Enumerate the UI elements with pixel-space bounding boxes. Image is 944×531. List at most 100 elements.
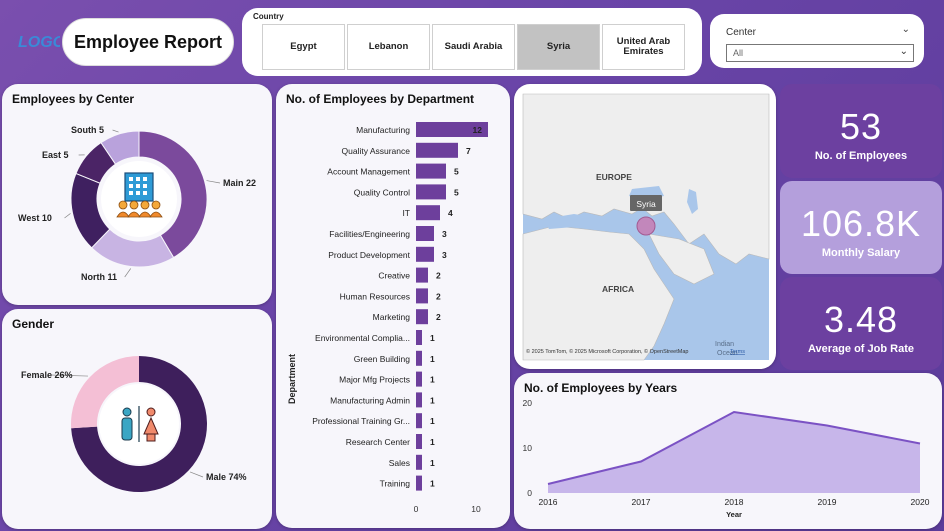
- kpi-employees-label: No. of Employees: [814, 150, 908, 162]
- department-bar-value: 3: [442, 229, 447, 239]
- center-leader-line: [206, 180, 221, 184]
- department-label: Professional Training Gr...: [312, 416, 410, 426]
- center-label-west: West 10: [18, 213, 52, 223]
- department-bar-chart: DepartmentManufacturing 12Quality Assuran…: [287, 122, 488, 514]
- employees-by-center-card: Employees by Center Main 22 North 11 West …: [2, 84, 272, 305]
- kpi-job-rate-card: 3.48 Average of Job Rate: [780, 277, 942, 370]
- gender-leader-line: [189, 471, 204, 478]
- department-bar-value: 1: [430, 416, 435, 426]
- department-bar[interactable]: [416, 350, 422, 366]
- years-x-tick: 2019: [818, 497, 837, 507]
- center-label-south: South 5: [71, 125, 104, 135]
- department-label: Creative: [378, 271, 410, 281]
- center-label-north: North 11: [81, 272, 117, 282]
- country-button-lebanon[interactable]: Lebanon: [347, 24, 430, 70]
- department-bar[interactable]: [416, 392, 422, 408]
- country-button-syria[interactable]: Syria: [517, 24, 600, 70]
- department-label: Quality Assurance: [341, 146, 410, 156]
- department-label: Quality Control: [354, 187, 410, 197]
- map-label-europe: EUROPE: [596, 172, 632, 182]
- map-tooltip-text: Syria: [636, 199, 656, 209]
- department-axis-label: Department: [287, 354, 297, 404]
- department-bar-value: 1: [430, 437, 435, 447]
- department-bar-card: No. of Employees by Department Departmen…: [276, 84, 510, 528]
- map-terms-link[interactable]: Terms: [730, 349, 745, 355]
- country-button-egypt[interactable]: Egypt: [262, 24, 345, 70]
- department-label: Environmental Complia...: [315, 333, 410, 343]
- map-label-indian: Indian: [715, 341, 734, 348]
- page-title: Employee Report: [62, 18, 234, 66]
- department-label: Facilities/Engineering: [329, 229, 410, 239]
- department-label: Research Center: [346, 437, 410, 447]
- kpi-salary-label: Monthly Salary: [821, 247, 901, 259]
- department-bar[interactable]: [416, 142, 458, 158]
- department-x-tick: 0: [414, 504, 419, 514]
- department-bar[interactable]: [416, 434, 422, 449]
- department-bar-value: 1: [430, 395, 435, 405]
- department-bar[interactable]: [416, 267, 428, 283]
- department-bar-value: 3: [442, 250, 447, 260]
- collapse-chevron-icon[interactable]: ⌄: [902, 24, 910, 35]
- years-x-tick: 2017: [632, 497, 651, 507]
- center-leader-line: [64, 213, 71, 219]
- department-bar-value: 12: [473, 125, 483, 135]
- department-label: Green Building: [354, 354, 411, 364]
- gender-card: Gender Male 74% Female 26%: [2, 309, 272, 529]
- country-filter: Country Egypt Lebanon Saudi Arabia Syria…: [242, 8, 702, 76]
- center-leader-line: [112, 129, 119, 133]
- years-y-tick: 10: [523, 443, 533, 453]
- country-button-saudi-arabia[interactable]: Saudi Arabia: [432, 24, 515, 70]
- years-x-tick: 2018: [725, 497, 744, 507]
- years-area-fill: [548, 412, 920, 493]
- center-label-east: East 5: [42, 150, 69, 160]
- department-label: IT: [402, 208, 410, 218]
- department-label: Major Mfg Projects: [339, 375, 410, 385]
- department-bar[interactable]: [416, 226, 434, 241]
- department-bar-value: 2: [436, 291, 441, 301]
- center-select-value: All: [733, 48, 744, 58]
- department-label: Manufacturing Admin: [330, 395, 410, 405]
- department-bar-value: 7: [466, 146, 471, 156]
- department-bar-value: 4: [448, 208, 453, 218]
- gender-donut-chart: Male 74% Female 26%: [21, 356, 247, 492]
- department-bar[interactable]: [416, 454, 422, 470]
- gender-label-male: Male 74%: [206, 472, 247, 482]
- country-filter-label: Country: [253, 12, 284, 21]
- years-x-tick: 2020: [911, 497, 930, 507]
- department-bar[interactable]: [416, 163, 446, 179]
- department-bar[interactable]: [416, 205, 440, 221]
- map-attribution: © 2025 TomTom, © 2025 Microsoft Corporat…: [526, 348, 688, 355]
- department-x-tick: 10: [471, 504, 481, 514]
- department-label: Training: [380, 479, 411, 489]
- department-bar[interactable]: [416, 475, 422, 491]
- department-bar[interactable]: [416, 309, 428, 325]
- department-label: Account Management: [327, 167, 410, 177]
- years-axis-label: Year: [726, 510, 742, 519]
- years-x-tick: 2016: [539, 497, 558, 507]
- kpi-salary-value: 106.8K: [800, 203, 922, 244]
- years-area-chart: 0 10 20 2016 2017 2018 2019 2020 Year: [523, 398, 930, 519]
- map-visual[interactable]: EUROPE AFRICA Indian Ocean Syria © 2025 …: [514, 84, 776, 369]
- department-bar[interactable]: [416, 246, 434, 262]
- department-label: Human Resources: [340, 291, 410, 301]
- department-bar[interactable]: [416, 330, 422, 345]
- department-bar-value: 2: [436, 312, 441, 322]
- employees-by-years-card: No. of Employees by Years 0 10 20 2016 2017 2…: [514, 373, 942, 529]
- department-bar[interactable]: [416, 184, 446, 200]
- gender-label-female: Female 26%: [21, 370, 73, 380]
- department-bar[interactable]: [416, 371, 422, 387]
- center-select[interactable]: All ⌄: [726, 44, 914, 62]
- department-bar[interactable]: [416, 288, 428, 304]
- map-bubble-syria[interactable]: [636, 216, 656, 236]
- center-leader-line: [124, 268, 132, 278]
- kpi-salary-card: 106.8K Monthly Salary: [780, 181, 942, 274]
- department-bar-value: 2: [436, 271, 441, 281]
- department-bar-value: 1: [430, 479, 435, 489]
- country-button-uae[interactable]: United Arab Emirates: [602, 24, 685, 70]
- years-y-tick: 20: [523, 398, 533, 408]
- logo: LOGO: [18, 34, 60, 51]
- department-bar[interactable]: [416, 413, 422, 429]
- department-label: Manufacturing: [356, 125, 410, 135]
- department-label: Sales: [389, 458, 410, 468]
- department-bar-value: 1: [430, 375, 435, 385]
